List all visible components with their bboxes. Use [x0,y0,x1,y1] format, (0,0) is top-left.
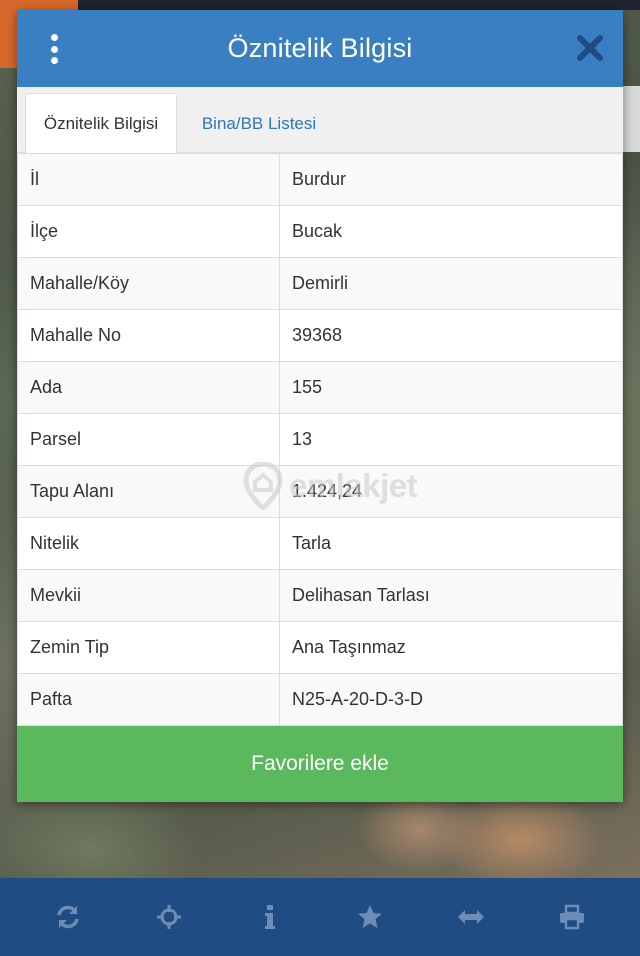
close-icon[interactable] [575,33,605,63]
attribute-value: Demirli [279,257,623,310]
attribute-value: Burdur [279,153,623,206]
add-to-favorites-button[interactable]: Favorilere ekle [17,726,623,802]
modal-title: Öznitelik Bilgisi [227,33,413,63]
attribute-value: Delihasan Tarlası [279,569,623,622]
measure-button[interactable] [441,887,501,947]
attribute-value: 155 [279,361,623,414]
info-icon [264,905,275,929]
info-button[interactable] [240,887,300,947]
tab-attribute-info[interactable]: Öznitelik Bilgisi [25,93,177,154]
table-row: Zemin Tip Ana Taşınmaz [17,621,623,674]
attribute-value: Ana Taşınmaz [279,621,623,674]
bottom-toolbar [0,878,640,956]
map-overlay-top-bar [78,0,640,10]
favorites-button[interactable] [340,887,400,947]
table-row: Ada 155 [17,361,623,414]
print-icon [559,904,584,930]
attribute-value: 1.424,24 [279,465,623,518]
attribute-key: Mevkii [17,569,280,622]
attribute-value: N25-A-20-D-3-D [279,673,623,726]
print-button[interactable] [542,887,602,947]
tab-bar: Öznitelik Bilgisi Bina/BB Listesi [17,87,623,154]
refresh-button[interactable] [38,887,98,947]
attribute-info-modal: Öznitelik Bilgisi Öznitelik Bilgisi Bina… [17,10,623,802]
table-row: İlçe Bucak [17,205,623,258]
attribute-key: Nitelik [17,517,280,570]
attribute-value: 13 [279,413,623,466]
table-row: Pafta N25-A-20-D-3-D [17,673,623,726]
table-row: İl Burdur [17,153,623,206]
table-row: Parsel 13 [17,413,623,466]
table-row: Mahalle No 39368 [17,309,623,362]
attribute-key: Tapu Alanı [17,465,280,518]
map-side-panel [623,86,640,152]
attribute-value: Tarla [279,517,623,570]
table-row: Nitelik Tarla [17,517,623,570]
table-row: Mevkii Delihasan Tarlası [17,569,623,622]
attribute-key: Ada [17,361,280,414]
more-vertical-icon[interactable] [41,34,67,64]
attribute-key: Parsel [17,413,280,466]
table-row: Mahalle/Köy Demirli [17,257,623,310]
attribute-key: Mahalle/Köy [17,257,280,310]
locate-button[interactable] [139,887,199,947]
attribute-key: Mahalle No [17,309,280,362]
tab-building-list[interactable]: Bina/BB Listesi [179,93,339,154]
arrows-horizontal-icon [457,910,484,924]
attribute-key: Zemin Tip [17,621,280,674]
attribute-key: Pafta [17,673,280,726]
star-icon [358,905,383,928]
attribute-table: İl Burdur İlçe Bucak Mahalle/Köy Demirli Mahal… [17,153,623,726]
refresh-icon [57,905,80,929]
attribute-value: 39368 [279,309,623,362]
modal-header: Öznitelik Bilgisi [17,10,623,87]
attribute-key: İlçe [17,205,280,258]
table-row: Tapu Alanı 1.424,24 [17,465,623,518]
crosshair-icon [156,905,181,929]
attribute-value: Bucak [279,205,623,258]
attribute-key: İl [17,153,280,206]
